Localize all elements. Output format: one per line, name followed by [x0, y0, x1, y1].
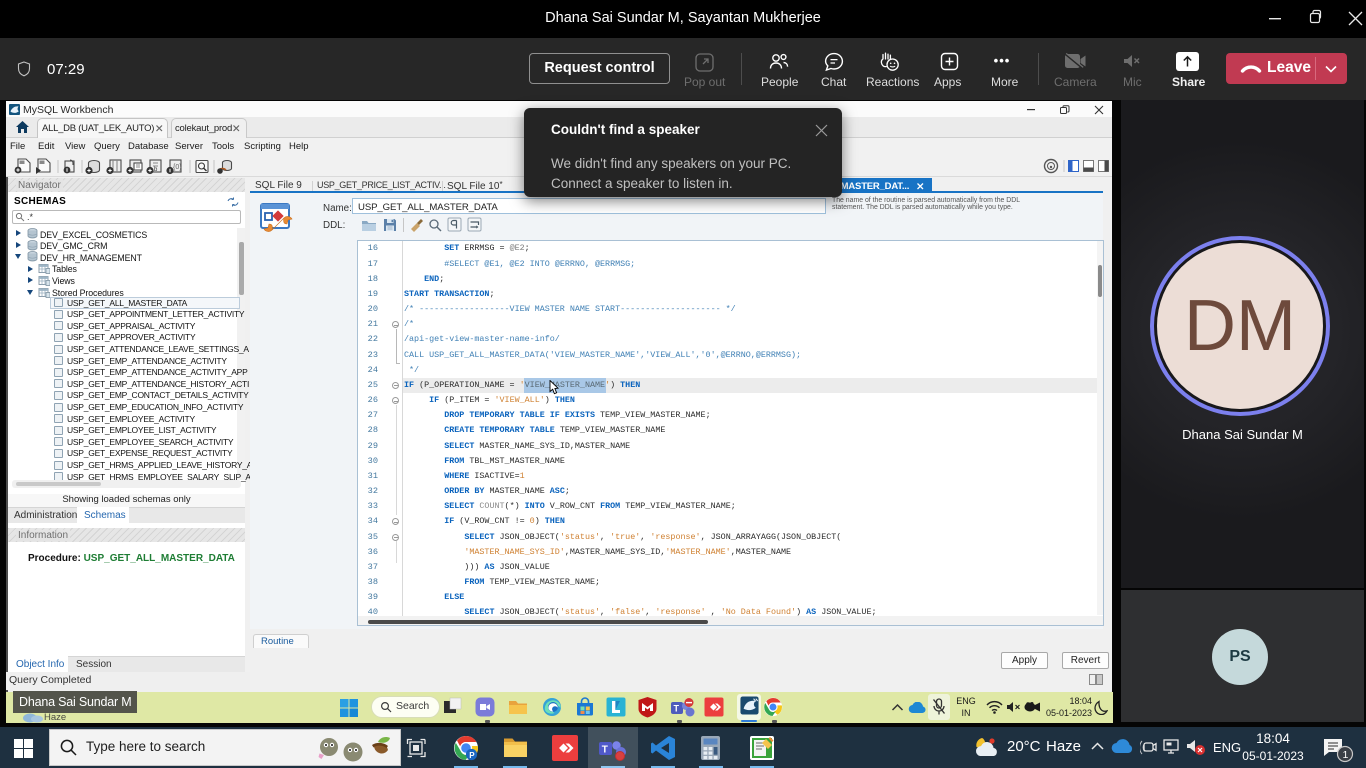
svg-text:T: T [674, 704, 680, 714]
svg-text:1: 1 [1343, 749, 1349, 761]
svg-text:T: T [602, 745, 608, 756]
svg-text:P: P [469, 751, 475, 760]
svg-text:{0}: {0} [173, 164, 182, 171]
